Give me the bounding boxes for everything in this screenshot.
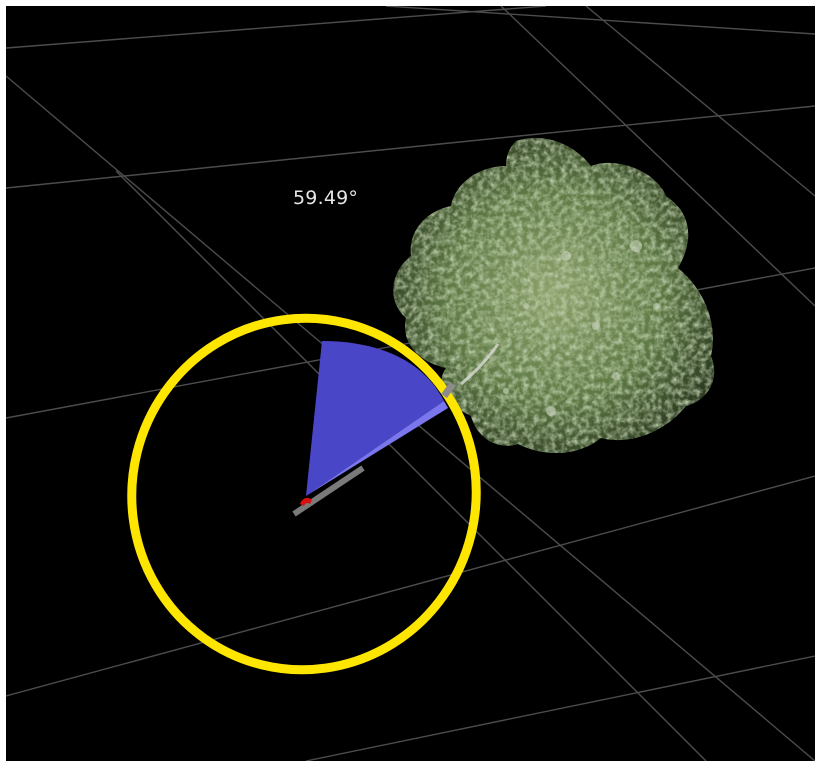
scene-canvas[interactable] <box>6 6 815 761</box>
angle-readout: 59.49° <box>293 187 359 209</box>
3d-viewport[interactable]: 59.49° <box>6 6 815 761</box>
